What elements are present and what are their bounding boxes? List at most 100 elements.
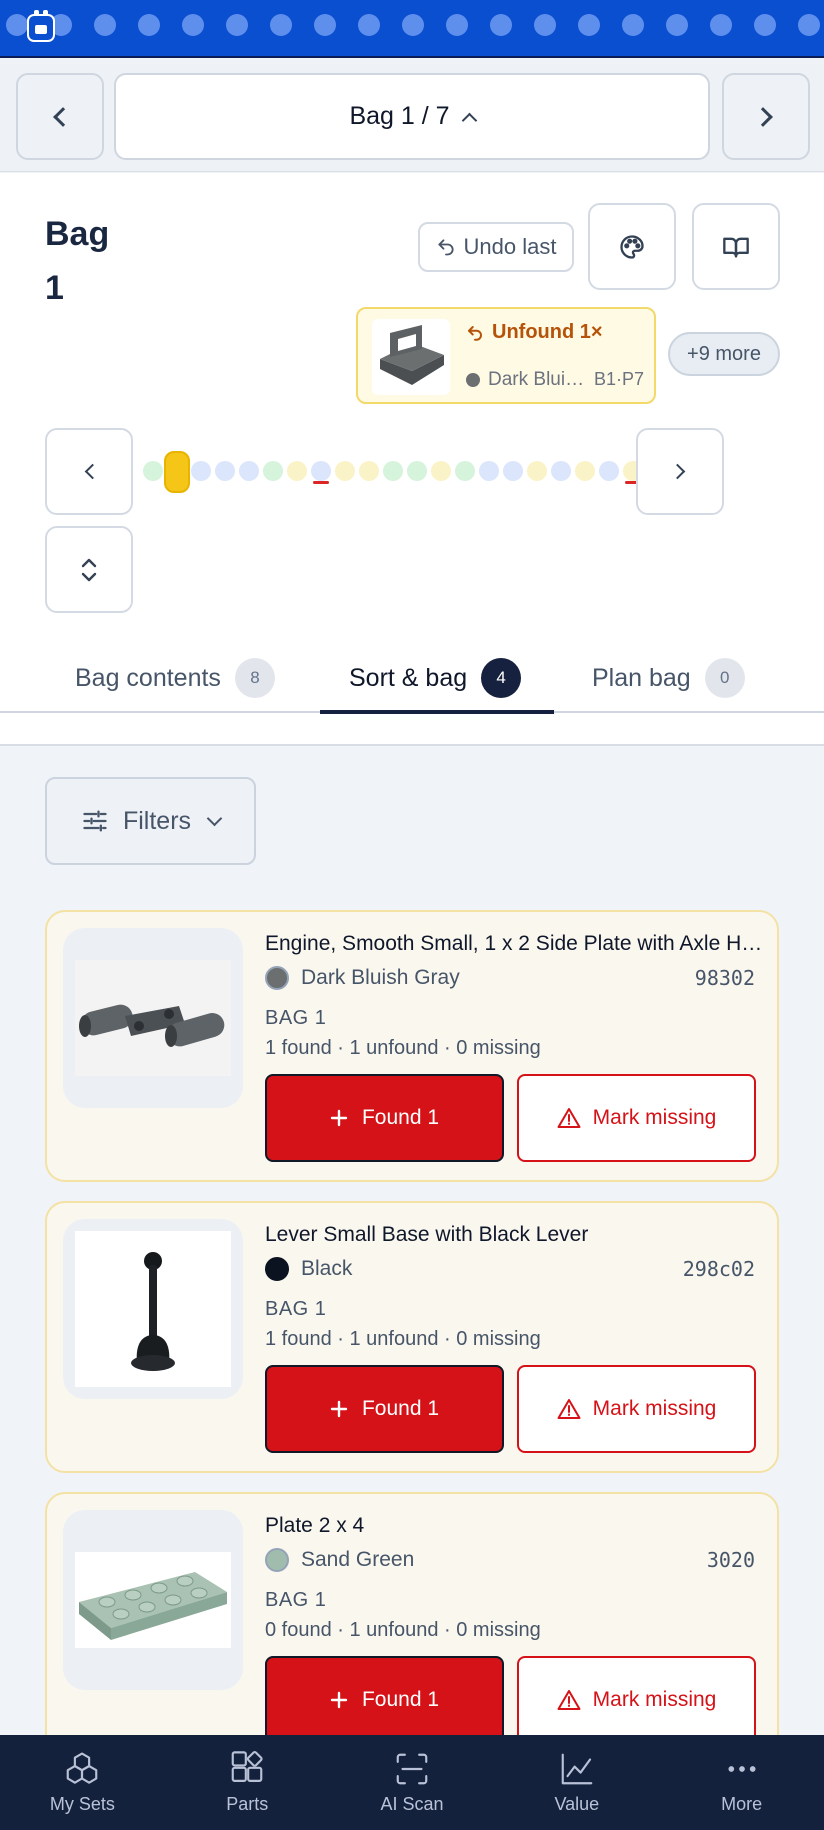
- nav-label: AI Scan: [380, 1794, 444, 1814]
- chevron-down-icon: [206, 810, 223, 826]
- progress-dot[interactable]: [383, 461, 403, 481]
- tab-plan-bag[interactable]: Plan bag 0: [592, 643, 745, 713]
- undo-label: Undo last: [463, 234, 557, 259]
- found-button[interactable]: Found 1: [265, 1365, 504, 1453]
- next-bag-button[interactable]: [722, 73, 810, 160]
- recent-action-code: B1·P7: [593, 369, 644, 389]
- next-part-button[interactable]: [636, 428, 724, 515]
- mark-missing-button[interactable]: Mark missing: [517, 1656, 756, 1744]
- color-swatch: [265, 1548, 289, 1572]
- tab-bag-contents[interactable]: Bag contents 8: [75, 643, 275, 713]
- progress-dot[interactable]: [215, 461, 235, 481]
- stud-pattern: [0, 14, 824, 36]
- found-button[interactable]: Found 1: [265, 1074, 504, 1162]
- undo-icon: [437, 239, 454, 256]
- warning-icon: [557, 1399, 581, 1419]
- tab-bar: Bag contents 8 Sort & bag 4 Plan bag 0: [0, 643, 824, 714]
- nav-value[interactable]: Value: [494, 1735, 659, 1830]
- progress-dot[interactable]: [263, 461, 283, 481]
- warning-icon: [557, 1108, 581, 1128]
- part-counts: 1 found · 1 unfound · 0 missing: [265, 1328, 541, 1350]
- active-tab-indicator: [320, 710, 554, 714]
- progress-dot-current[interactable]: [164, 451, 190, 493]
- progress-dot[interactable]: [407, 461, 427, 481]
- part-image: [63, 1510, 243, 1690]
- plus-icon: [330, 1109, 348, 1127]
- previous-part-button[interactable]: [45, 428, 133, 515]
- color-palette-button[interactable]: [588, 203, 676, 290]
- tab-sort-and-bag[interactable]: Sort & bag 4: [349, 643, 522, 713]
- tab-count-badge: 4: [481, 658, 522, 698]
- part-name: Plate 2 x 4: [265, 1514, 365, 1537]
- part-card: Engine, Smooth Small, 1 x 2 Side Plate w…: [45, 910, 779, 1182]
- bag-navigation: Bag 1 / 7: [0, 60, 824, 172]
- progress-dot[interactable]: [143, 461, 163, 481]
- more-dots-icon: [728, 1766, 756, 1772]
- color-swatch: [265, 1257, 289, 1281]
- progress-dot[interactable]: [359, 461, 379, 481]
- progress-dot[interactable]: [239, 461, 259, 481]
- nav-my-sets[interactable]: My Sets: [0, 1735, 165, 1830]
- progress-dot[interactable]: [503, 461, 523, 481]
- color-swatch: [466, 373, 480, 387]
- chevron-up-down-icon: [81, 558, 97, 581]
- nav-parts[interactable]: Parts: [165, 1735, 330, 1830]
- part-card: Plate 2 x 4 Sand Green 3020 BAG 1 0 foun…: [45, 1492, 779, 1764]
- undo-last-button[interactable]: Undo last: [418, 222, 574, 272]
- found-label: Found 1: [361, 1397, 440, 1420]
- found-button[interactable]: Found 1: [265, 1656, 504, 1744]
- progress-dot[interactable]: [191, 461, 211, 481]
- bag-panel: Bag 1 Undo last Unfound 1× Dark Blui… B1…: [0, 173, 824, 746]
- top-brand-bar: [0, 0, 824, 58]
- sliders-icon: [83, 810, 107, 832]
- chevron-up-icon: [461, 112, 477, 129]
- part-counts: 1 found · 1 unfound · 0 missing: [265, 1037, 541, 1059]
- nav-label: More: [721, 1794, 763, 1814]
- part-card: Lever Small Base with Black Lever Black …: [45, 1201, 779, 1473]
- previous-bag-button[interactable]: [16, 73, 104, 160]
- progress-dot[interactable]: [335, 461, 355, 481]
- nav-ai-scan[interactable]: AI Scan: [330, 1735, 495, 1830]
- progress-dot[interactable]: [575, 461, 595, 481]
- undo-icon: [468, 325, 482, 341]
- palette-icon: [620, 234, 644, 259]
- chevron-left-icon: [53, 106, 73, 127]
- progress-dot[interactable]: [551, 461, 571, 481]
- progress-dot[interactable]: [527, 461, 547, 481]
- nav-more[interactable]: More: [659, 1735, 824, 1830]
- brick-logo-icon: [27, 10, 55, 42]
- progress-dot[interactable]: [479, 461, 499, 481]
- bottom-navigation: My Sets Parts AI Scan Value More: [0, 1735, 824, 1830]
- recent-action-card[interactable]: Unfound 1× Dark Blui… B1·P7: [356, 307, 656, 404]
- nav-label: Parts: [226, 1794, 269, 1814]
- line-chart-icon: [561, 1753, 593, 1785]
- book-open-icon: [723, 237, 749, 257]
- plus-icon: [330, 1400, 348, 1418]
- progress-dot[interactable]: [287, 461, 307, 481]
- grid-plus-icon: [231, 1751, 263, 1782]
- filters-button[interactable]: Filters: [45, 777, 256, 865]
- expand-progress-button[interactable]: [45, 526, 133, 613]
- progress-dot[interactable]: [431, 461, 451, 481]
- part-name: Lever Small Base with Black Lever: [265, 1223, 589, 1246]
- bag-selector-button[interactable]: Bag 1 / 7: [114, 73, 710, 160]
- mark-missing-button[interactable]: Mark missing: [517, 1074, 756, 1162]
- chevron-right-icon: [753, 106, 773, 127]
- found-label: Found 1: [361, 1106, 440, 1129]
- more-actions-pill[interactable]: +9 more: [668, 332, 780, 376]
- part-code: 98302: [694, 966, 755, 990]
- chevron-left-icon: [84, 463, 100, 480]
- progress-dot[interactable]: [311, 461, 331, 484]
- part-progress-track: [143, 451, 651, 493]
- part-bag: BAG 1: [265, 1589, 327, 1611]
- progress-dot[interactable]: [455, 461, 475, 481]
- nav-label: Value: [554, 1794, 600, 1814]
- instructions-button[interactable]: [692, 203, 780, 290]
- bag-indicator: Bag 1 / 7: [349, 102, 450, 130]
- part-code: 3020: [706, 1548, 755, 1572]
- mark-missing-button[interactable]: Mark missing: [517, 1365, 756, 1453]
- color-swatch: [265, 966, 289, 990]
- part-counts: 0 found · 1 unfound · 0 missing: [265, 1619, 541, 1641]
- tab-count-badge: 8: [234, 658, 275, 698]
- progress-dot[interactable]: [599, 461, 619, 481]
